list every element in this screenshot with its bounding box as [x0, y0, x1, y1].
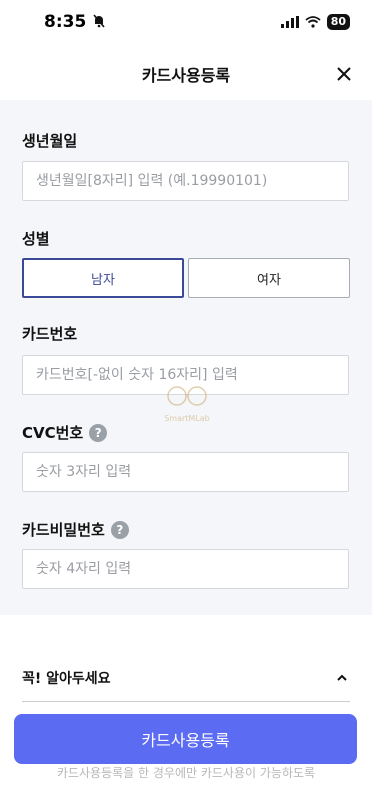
card-password-label-text: 카드비밀번호 — [22, 521, 105, 539]
cvc-input[interactable] — [22, 452, 349, 492]
birth-input[interactable] — [22, 161, 349, 201]
close-button[interactable] — [332, 62, 356, 86]
gender-male-label: 남자 — [91, 272, 115, 288]
chevron-up-icon — [337, 674, 347, 681]
notice-toggle[interactable]: 꼭! 알아두세요 — [0, 660, 372, 696]
cvc-label-text: CVC번호 — [22, 424, 84, 442]
status-bar: 8:35 80 — [0, 0, 372, 44]
status-time: 8:35 — [44, 12, 87, 32]
card-password-label: 카드비밀번호 ? — [22, 519, 129, 540]
signal-icon — [280, 13, 299, 32]
gender-label: 성별 — [22, 228, 50, 249]
notice-divider — [22, 701, 350, 702]
gender-female-button[interactable]: 여자 — [188, 258, 350, 298]
glasses-icon — [167, 386, 207, 406]
cvc-label: CVC번호 ? — [22, 422, 108, 443]
watermark-logo: SmartMLab — [156, 382, 218, 430]
battery-indicator: 80 — [326, 14, 350, 30]
notice-title: 꼭! 알아두세요 — [22, 671, 111, 687]
close-icon — [337, 67, 351, 81]
card-number-label-text: 카드번호 — [22, 325, 78, 343]
submit-label: 카드사용등록 — [141, 731, 230, 750]
gender-female-label: 여자 — [257, 272, 281, 288]
notice-text: 카드사용등록을 한 경우에만 카드사용이 가능하도록 — [56, 766, 316, 780]
page-header: 카드사용등록 — [0, 50, 372, 98]
card-number-label: 카드번호 — [22, 323, 77, 344]
card-password-input[interactable] — [22, 549, 349, 589]
cvc-help-icon[interactable]: ? — [89, 423, 108, 442]
page-title: 카드사용등록 — [141, 66, 231, 85]
bell-muted-icon — [92, 13, 106, 32]
gender-male-button[interactable]: 남자 — [22, 258, 184, 298]
card-password-help-icon[interactable]: ? — [110, 520, 129, 539]
gender-label-text: 성별 — [22, 230, 50, 248]
wifi-icon — [305, 13, 321, 32]
status-left: 8:35 — [44, 12, 106, 32]
birth-label-text: 생년월일 — [22, 132, 78, 150]
submit-button[interactable]: 카드사용등록 — [14, 714, 357, 764]
birth-label: 생년월일 — [22, 130, 77, 151]
status-right: 80 — [280, 13, 350, 32]
watermark-text: SmartMLab — [164, 414, 210, 423]
